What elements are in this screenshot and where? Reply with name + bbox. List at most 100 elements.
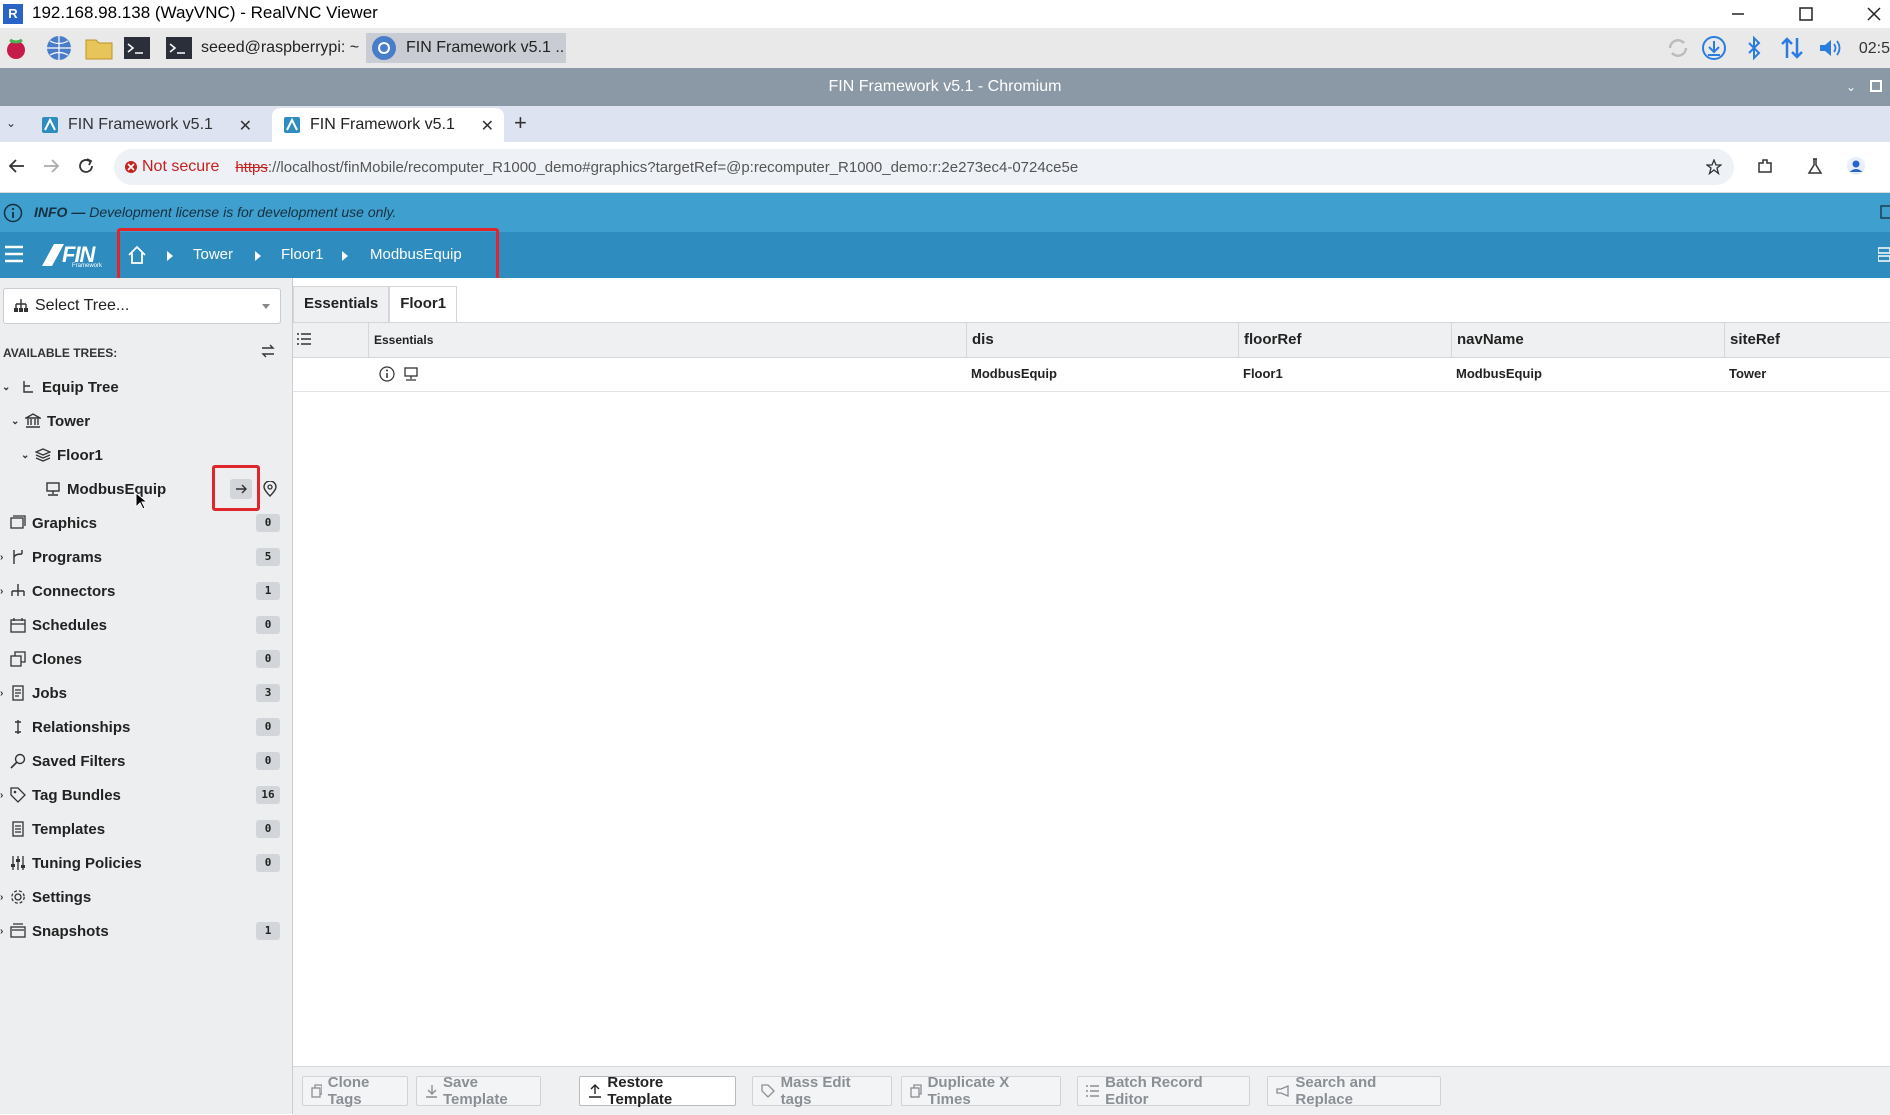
expand-banner-icon[interactable] xyxy=(1880,205,1890,219)
count-badge: 0 xyxy=(256,854,280,872)
fin-favicon-icon xyxy=(42,117,58,133)
nav-schedules[interactable]: Schedules 0 xyxy=(0,608,290,642)
column-header-navname[interactable]: navName xyxy=(1451,323,1724,357)
tree-tower[interactable]: ⌄ Tower xyxy=(0,404,290,438)
nav-settings[interactable]: › Settings xyxy=(0,880,290,914)
breadcrumb-tower[interactable]: Tower xyxy=(193,232,233,278)
reload-icon[interactable] xyxy=(77,157,95,175)
clone-icon xyxy=(311,1084,322,1098)
tree-modbusequip[interactable]: ModbusEquip xyxy=(0,465,290,511)
labs-icon[interactable] xyxy=(1806,157,1824,175)
collapse-icon[interactable]: ⌄ xyxy=(21,450,31,461)
nav-clones[interactable]: Clones 0 xyxy=(0,642,290,676)
cell-navname: ModbusEquip xyxy=(1456,366,1542,381)
minimize-icon[interactable] xyxy=(1710,0,1766,28)
branch-icon xyxy=(13,550,23,564)
clone-tags-button[interactable]: Clone Tags xyxy=(302,1074,408,1108)
expand-icon[interactable]: › xyxy=(0,926,10,937)
expand-icon[interactable]: › xyxy=(0,790,10,801)
nav-templates[interactable]: Templates 0 xyxy=(0,812,290,846)
count-badge: 3 xyxy=(256,684,280,702)
expand-icon[interactable]: › xyxy=(0,688,10,699)
expand-icon[interactable]: › xyxy=(0,586,10,597)
expand-icon[interactable]: › xyxy=(0,892,10,903)
forward-icon[interactable] xyxy=(42,157,60,175)
select-tree-dropdown[interactable]: Select Tree... xyxy=(3,288,281,324)
browser-task-button[interactable]: FIN Framework v5.1 .. xyxy=(366,33,566,63)
column-header-siteref[interactable]: siteRef xyxy=(1724,323,1890,357)
network-icon[interactable] xyxy=(1778,34,1806,62)
tab-fin-framework-2[interactable]: FIN Framework v5.1 ✕ xyxy=(272,108,504,142)
tab-floor1[interactable]: Floor1 xyxy=(389,286,458,323)
raspberry-menu-icon[interactable] xyxy=(2,34,30,62)
file-manager-icon[interactable] xyxy=(84,34,113,62)
column-header-dis[interactable]: dis xyxy=(966,323,1238,357)
tab-essentials[interactable]: Essentials xyxy=(293,286,390,323)
nav-tuning-policies[interactable]: Tuning Policies 0 xyxy=(0,846,290,880)
tab-close-icon[interactable]: ✕ xyxy=(239,116,252,136)
nav-graphics[interactable]: Graphics 0 xyxy=(0,506,290,540)
table-row[interactable]: ModbusEquip Floor1 ModbusEquip Tower xyxy=(293,357,1890,392)
home-icon[interactable] xyxy=(127,245,147,265)
maximize-icon[interactable] xyxy=(1778,0,1834,28)
new-tab-button[interactable]: + xyxy=(514,110,527,136)
terminal-task-button[interactable]: seeed@raspberrypi: ~ xyxy=(165,33,359,63)
column-options-icon[interactable] xyxy=(297,333,311,345)
mass-edit-tags-button[interactable]: Mass Edit tags xyxy=(752,1074,892,1108)
nav-saved-filters[interactable]: Saved Filters 0 xyxy=(0,744,290,778)
chromium-maximize-icon[interactable] xyxy=(1870,80,1882,92)
terminal-icon[interactable] xyxy=(123,34,151,62)
duplicate-x-times-button[interactable]: Duplicate X Times xyxy=(901,1074,1061,1108)
tree-label: Tower xyxy=(47,412,91,430)
profile-icon[interactable] xyxy=(1846,156,1866,176)
search-and-replace-button[interactable]: Search and Replace xyxy=(1267,1074,1441,1108)
info-circle-icon[interactable] xyxy=(379,366,395,382)
location-pin-icon[interactable] xyxy=(263,481,277,497)
nav-label: Programs xyxy=(32,548,103,566)
nav-snapshots[interactable]: › Snapshots 1 xyxy=(0,914,290,948)
view-tabs: Essentials Floor1 xyxy=(293,286,458,323)
save-template-button[interactable]: Save Template xyxy=(416,1074,541,1108)
volume-icon[interactable] xyxy=(1816,34,1844,62)
bookmark-star-icon[interactable] xyxy=(1706,159,1722,175)
navigate-highlight xyxy=(212,465,260,511)
nav-tag-bundles[interactable]: › Tag Bundles 16 xyxy=(0,778,290,812)
hamburger-menu-icon[interactable] xyxy=(4,245,24,263)
collapse-icon[interactable]: ⌄ xyxy=(11,416,21,427)
close-window-icon[interactable] xyxy=(1846,0,1890,28)
back-icon[interactable] xyxy=(8,157,26,175)
expand-icon[interactable]: › xyxy=(0,552,10,563)
tree-equip-tree[interactable]: ⌄ Equip Tree xyxy=(0,370,290,404)
column-header-essentials[interactable]: Essentials xyxy=(368,323,924,357)
fin-logo[interactable]: FIN Framework xyxy=(42,240,104,270)
refresh-trees-icon[interactable] xyxy=(260,344,276,358)
chromium-minimize-icon[interactable]: ⌄ xyxy=(1846,80,1856,94)
restore-template-button[interactable]: Restore Template xyxy=(579,1074,736,1108)
tab-close-icon[interactable]: ✕ xyxy=(481,116,494,136)
column-header-floorref[interactable]: floorRef xyxy=(1238,323,1451,357)
count-badge: 0 xyxy=(256,820,280,838)
bluetooth-icon[interactable] xyxy=(1740,34,1768,62)
collapse-icon[interactable]: ⌄ xyxy=(2,382,12,393)
tab-search-icon[interactable]: ⌄ xyxy=(6,116,16,130)
breadcrumb-floor1[interactable]: Floor1 xyxy=(281,232,324,278)
nav-relationships[interactable]: Relationships 0 xyxy=(0,710,290,744)
apps-grid-icon[interactable] xyxy=(1878,247,1890,263)
web-browser-icon[interactable] xyxy=(45,34,73,62)
not-secure-label[interactable]: Not secure xyxy=(142,158,219,176)
menu-dots-icon[interactable]: ⋮ xyxy=(1882,154,1890,175)
nav-label: Settings xyxy=(32,888,92,906)
address-bar[interactable]: Not secure https://localhost/finMobile/r… xyxy=(114,149,1734,185)
nav-programs[interactable]: › Programs 5 xyxy=(0,540,290,574)
extensions-icon[interactable] xyxy=(1756,157,1774,175)
snapshot-icon xyxy=(10,923,26,938)
nav-connectors[interactable]: › Connectors 1 xyxy=(0,574,290,608)
tab-fin-framework-1[interactable]: FIN Framework v5.1 ✕ xyxy=(30,108,262,142)
tags-icon xyxy=(761,1084,775,1098)
sync-icon[interactable] xyxy=(1664,34,1692,62)
updates-icon[interactable] xyxy=(1700,34,1728,62)
batch-record-editor-button[interactable]: Batch Record Editor xyxy=(1077,1074,1250,1108)
nav-jobs[interactable]: › Jobs 3 xyxy=(0,676,290,710)
button-label: Search and Replace xyxy=(1295,1074,1377,1108)
breadcrumb-modbusequip[interactable]: ModbusEquip xyxy=(370,232,462,278)
